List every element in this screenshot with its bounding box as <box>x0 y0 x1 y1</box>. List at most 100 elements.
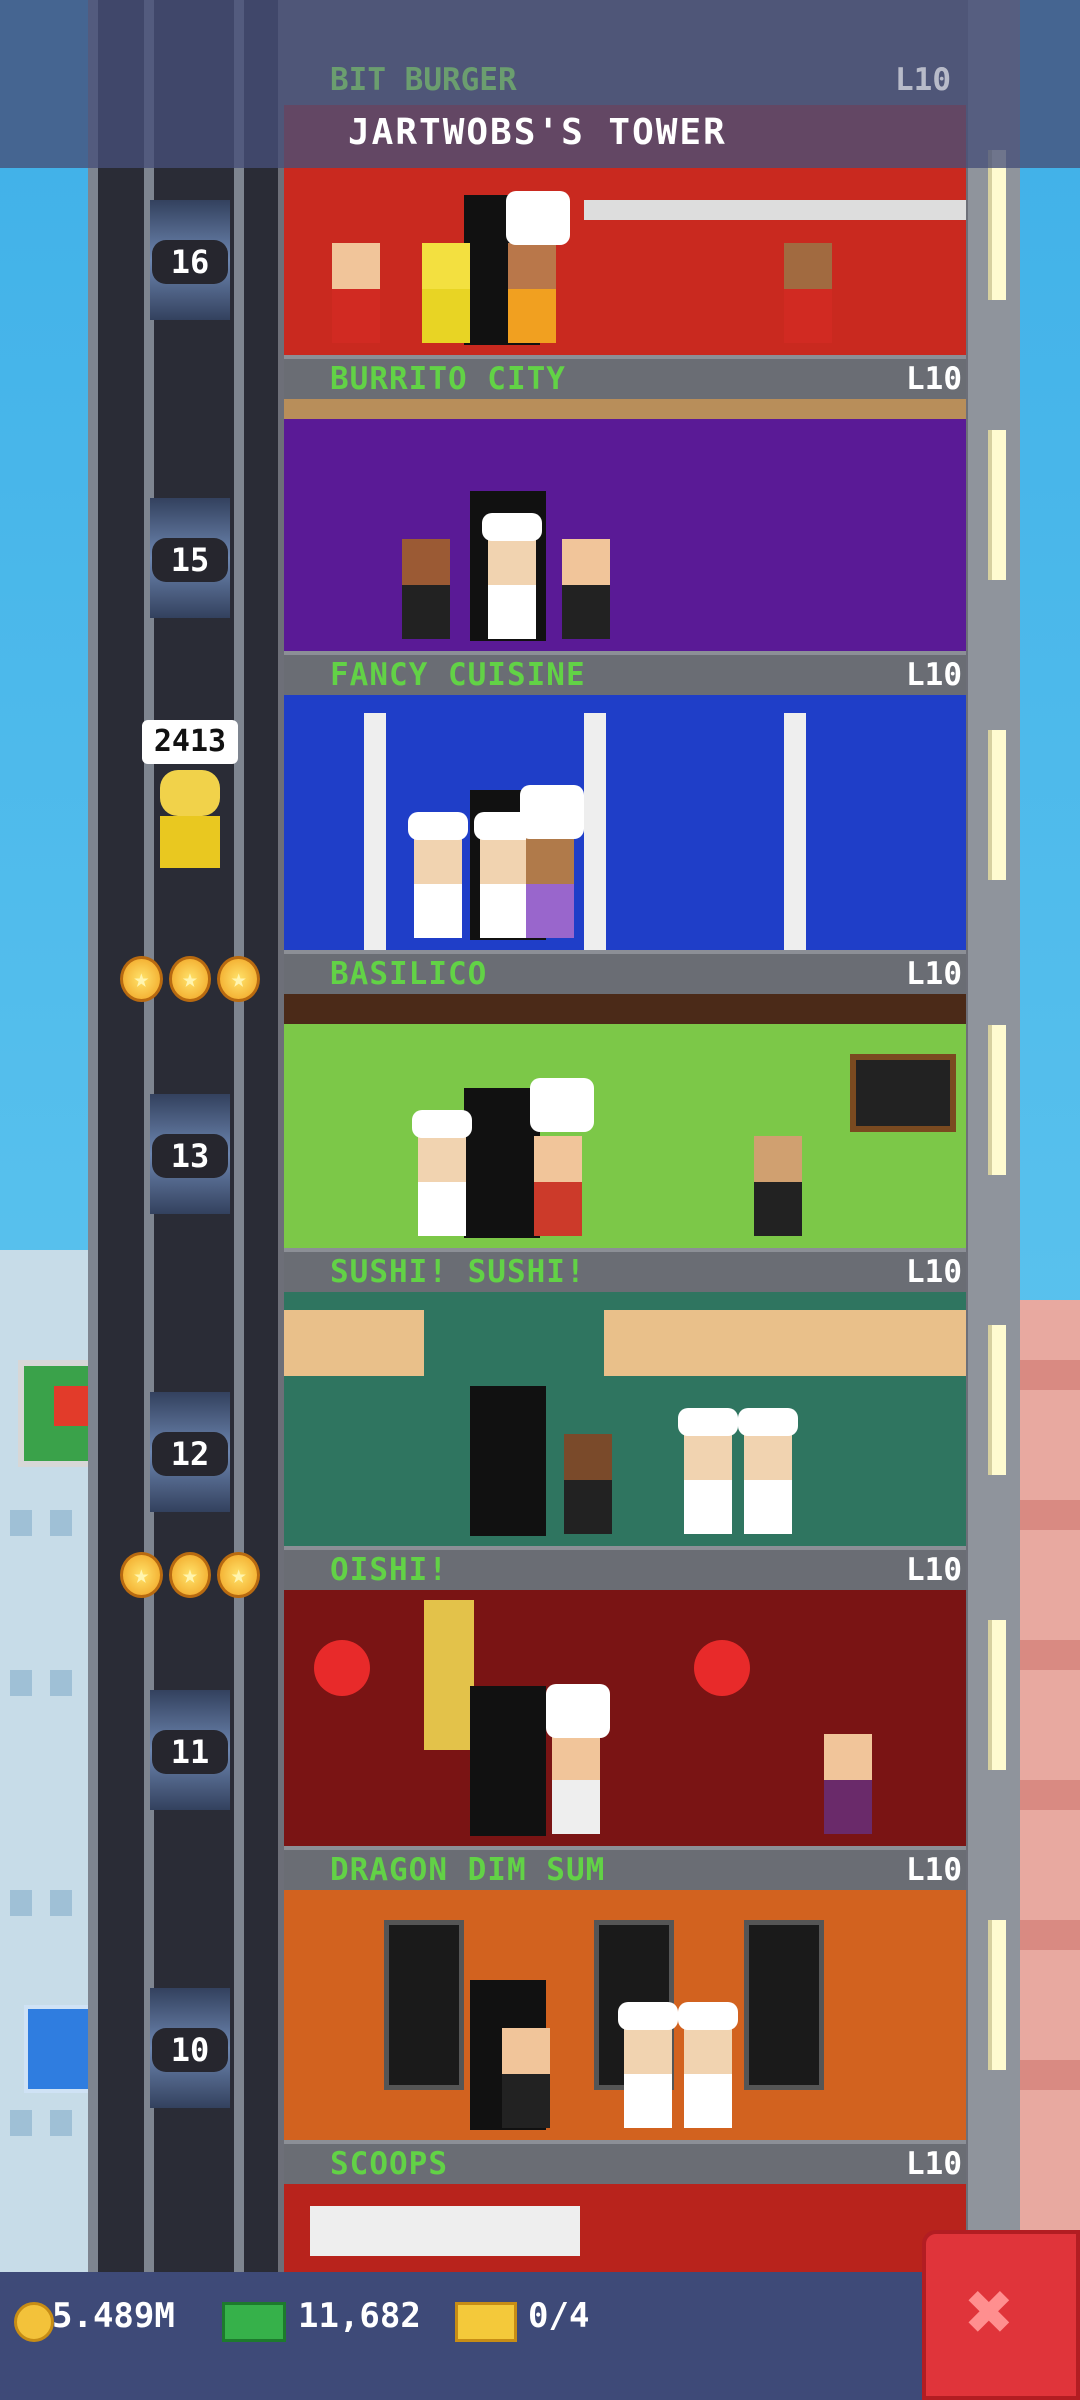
display-case <box>310 2206 580 2256</box>
floor-number-10: 10 <box>152 2028 228 2072</box>
blue-sign <box>24 2005 94 2093</box>
floor-name: SUSHI! SUSHI! <box>330 1254 586 1290</box>
star-icon: ★ <box>168 1552 212 1598</box>
person[interactable] <box>526 838 574 938</box>
speech-bubble[interactable] <box>530 1078 594 1132</box>
speech-bubble[interactable] <box>520 785 584 839</box>
chef[interactable] <box>474 812 534 938</box>
star-rating-row: ★ ★ ★ <box>120 1552 261 1600</box>
window-light <box>988 1325 1006 1475</box>
person[interactable] <box>824 1734 872 1834</box>
faded-floor-level: L10 <box>895 62 951 98</box>
floor-label-13[interactable]: SUSHI! SUSHI! L10 <box>284 1248 966 1292</box>
elevator-rider[interactable] <box>160 770 220 870</box>
person[interactable] <box>552 1734 600 1834</box>
chef[interactable] <box>618 2002 678 2128</box>
floor-label-11[interactable]: DRAGON DIM SUM L10 <box>284 1846 966 1890</box>
floor-number-11: 11 <box>152 1730 228 1774</box>
person[interactable] <box>508 243 556 343</box>
ticket-count: 0/4 <box>528 2296 590 2336</box>
chef[interactable] <box>412 1110 472 1236</box>
scroll-banner <box>424 1600 474 1750</box>
person[interactable] <box>402 539 450 639</box>
floor-number-16: 16 <box>152 240 228 284</box>
counter <box>584 200 966 220</box>
bux-balance: 11,682 <box>298 2296 421 2336</box>
person[interactable] <box>564 1434 612 1534</box>
top-header-bar: BIT BURGER L10 JARTWOBS'S TOWER <box>0 0 1080 168</box>
floor-name: BURRITO CITY <box>330 361 566 397</box>
chef[interactable] <box>738 1408 798 1534</box>
floor-14-room[interactable] <box>284 695 966 950</box>
floor-13-room[interactable] <box>284 994 966 1248</box>
floor-level: L10 <box>906 956 962 992</box>
floor-label-10[interactable]: SCOOPS L10 <box>284 2140 966 2184</box>
star-icon: ★ <box>120 956 163 1002</box>
floor-level: L10 <box>906 657 962 693</box>
floor-label-12[interactable]: OISHI! L10 <box>284 1546 966 1590</box>
menu-board <box>850 1054 956 1132</box>
speech-bubble[interactable] <box>546 1684 610 1738</box>
pillar <box>364 713 386 950</box>
person[interactable] <box>562 539 610 639</box>
background-building-right <box>1020 1300 1080 2280</box>
speech-bubble[interactable] <box>506 191 570 245</box>
tower-title: JARTWOBS'S TOWER <box>348 112 727 153</box>
coin-balance: 5.489M <box>52 2296 175 2336</box>
window-panel <box>604 1310 966 1376</box>
ceiling-trim <box>284 994 966 1024</box>
window-light <box>988 430 1006 580</box>
close-button[interactable]: ✖ <box>922 2230 1080 2400</box>
floor-level: L10 <box>906 1852 962 1888</box>
floor-label-14[interactable]: BASILICO L10 <box>284 950 966 994</box>
floor-11-room[interactable] <box>284 1590 966 1846</box>
floor-name: SCOOPS <box>330 2146 448 2182</box>
ceiling-trim <box>284 399 966 419</box>
floor-label-15[interactable]: FANCY CUISINE L10 <box>284 651 966 695</box>
lantern <box>314 1640 370 1696</box>
person[interactable] <box>332 243 380 343</box>
star-icon: ★ <box>120 1552 163 1598</box>
bux-icon <box>222 2302 286 2342</box>
person[interactable] <box>534 1136 582 1236</box>
lantern <box>694 1640 750 1696</box>
person[interactable] <box>502 2028 550 2128</box>
floor-level: L10 <box>906 2146 962 2182</box>
floor-level: L10 <box>906 1552 962 1588</box>
floor-name: FANCY CUISINE <box>330 657 586 693</box>
floor-door <box>470 1386 546 1536</box>
window-light <box>988 1620 1006 1770</box>
person[interactable] <box>754 1136 802 1236</box>
person[interactable] <box>784 243 832 343</box>
lattice-window <box>384 1920 464 2090</box>
chef[interactable] <box>678 1408 738 1534</box>
chef[interactable] <box>678 2002 738 2128</box>
chef[interactable] <box>408 812 468 938</box>
chef[interactable] <box>482 513 542 639</box>
pillar <box>584 713 606 950</box>
person[interactable] <box>422 243 470 343</box>
window-light <box>988 150 1006 300</box>
floor-15-room[interactable] <box>284 399 966 651</box>
coin-icon <box>14 2302 54 2342</box>
star-rating-row: ★ ★ ★ <box>120 956 261 1004</box>
pillar <box>784 713 806 950</box>
faded-floor-name: BIT BURGER <box>330 62 517 98</box>
floor-12-room[interactable] <box>284 1292 966 1546</box>
window-panel <box>284 1310 424 1376</box>
window-light <box>988 730 1006 880</box>
window-light <box>988 1920 1006 2070</box>
ticket-icon <box>455 2302 517 2342</box>
floor-level: L10 <box>906 1254 962 1290</box>
floor-10-room[interactable] <box>284 1890 966 2140</box>
floor-name: BASILICO <box>330 956 488 992</box>
floor-number-15: 15 <box>152 538 228 582</box>
elevator-rider-count: 2413 <box>142 720 238 764</box>
floor-label-16[interactable]: BURRITO CITY L10 <box>284 355 966 399</box>
floor-name: OISHI! <box>330 1552 448 1588</box>
lattice-window <box>744 1920 824 2090</box>
floor-9-room[interactable] <box>284 2184 966 2272</box>
bottom-status-bar <box>0 2272 1080 2400</box>
floor-door <box>464 1088 540 1238</box>
floor-level: L10 <box>906 361 962 397</box>
